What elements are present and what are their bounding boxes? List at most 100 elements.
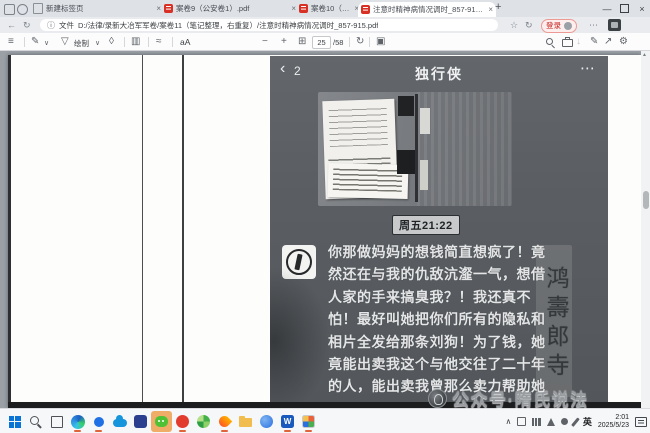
photo-dark-patch [398,96,414,116]
sidebar-toggle-icon[interactable]: ≡ [8,36,14,48]
start-button[interactable] [4,411,25,432]
chevron-down-icon[interactable]: ∨ [95,38,100,50]
scrollbar-thumb[interactable] [643,191,649,209]
chat-image-message [318,92,512,206]
word-icon: W [281,415,294,428]
photo-binder-spine [415,94,418,202]
tab-new-tab[interactable]: 新建标签页 × [30,0,164,17]
chat-header: ‹ 2 独行侠 ⋯ [270,56,608,86]
tab-case-file-9[interactable]: 案卷9（公安卷1）.pdf × [161,0,299,17]
navy-app-icon [134,415,147,428]
time-label: 2:01 [615,414,629,421]
tray-display-icon[interactable] [517,417,526,426]
zoom-out-icon[interactable]: − [262,36,268,48]
taskbar-app-green[interactable] [193,411,214,432]
taskbar-apps: W [4,409,319,433]
more-menu-icon[interactable]: ⋯ [589,19,598,31]
tab-label: 案卷9（公安卷1）.pdf [176,3,288,14]
rotate-icon[interactable]: ↻ [356,36,364,48]
chevron-down-icon[interactable]: ∨ [44,38,49,50]
eraser-icon[interactable]: ◊ [109,36,114,48]
tray-status-icon[interactable] [561,418,568,425]
tray-pen-icon[interactable] [571,417,579,426]
red-app-icon [176,415,189,428]
tab-case-file-10[interactable]: 案卷10（公安卷2、3… × [296,0,362,17]
profile-icon[interactable] [608,19,621,31]
taskbar-app-onedrive[interactable] [109,411,130,432]
running-indicator [95,430,102,432]
history-icon[interactable]: ↻ [525,19,533,31]
flame-app-icon [217,414,233,430]
draw-label[interactable]: 绘制 [74,38,89,49]
scan-rule-line [142,55,143,408]
taskbar-app-flame[interactable] [214,411,235,432]
divider [349,37,350,47]
page-number-input[interactable] [312,36,331,49]
running-indicator [221,430,228,432]
two-page-view-icon[interactable]: ▥ [131,36,140,48]
divider [172,37,173,47]
pdf-favicon-icon [164,4,173,13]
reload-icon[interactable]: ↻ [23,19,31,31]
favorites-star-icon[interactable]: ☆ [510,19,518,31]
date-label: 2025/5/23 [598,422,629,429]
taskbar-app-word[interactable]: W [277,411,298,432]
login-label: 登录 [546,20,561,31]
taskbar-app-blue-circle[interactable] [256,411,277,432]
divider [148,37,149,47]
workspace-icon[interactable] [17,4,28,15]
info-icon[interactable]: ⓘ [47,20,55,31]
fit-page-icon[interactable]: ⊞ [298,36,306,48]
close-window-button[interactable]: × [634,4,650,14]
running-indicator [74,430,81,432]
tray-network-icon[interactable] [532,418,541,426]
chat-more-icon: ⋯ [580,59,596,77]
taskbar-app-photos[interactable] [298,411,319,432]
taskbar-app-wechat-active[interactable] [151,411,172,432]
system-tray: ∧ 英 2:01 2025/5/23 [505,409,647,433]
taskbar-app-folder[interactable] [235,411,256,432]
notification-center-icon[interactable] [635,417,647,427]
maximize-button[interactable] [620,4,629,13]
task-view-button[interactable] [46,411,67,432]
new-tab-button[interactable]: + [495,1,501,13]
taskbar-search-button[interactable] [25,411,46,432]
edit-icon[interactable]: ✎ [590,36,598,48]
scan-rule-line [182,55,184,408]
tray-expand-icon[interactable]: ∧ [505,417,511,426]
back-icon[interactable]: ← [7,19,16,31]
fullscreen-icon[interactable]: ↗ [604,36,612,48]
scrollbar[interactable]: ▲ [641,51,650,408]
address-scheme: 文件 [59,20,74,31]
tab-active-pdf[interactable]: 注意时精神病情况调时_857-915… × [358,2,496,17]
zoom-in-icon[interactable]: + [281,36,287,48]
tab-search-icon[interactable] [4,4,15,15]
tab-label: 注意时精神病情况调时_857-915… [373,4,485,15]
search-icon[interactable] [546,38,555,47]
snapshot-icon[interactable]: ▣ [376,36,385,48]
minimize-button[interactable]: — [599,4,615,14]
clock[interactable]: 2:01 2025/5/23 [598,414,629,430]
photo-dark-patch [397,150,415,174]
address-bar[interactable]: ⓘ 文件 D:/法律/录新大冶军军卷/案卷11（笔记整理，右重复）/注意时精神病… [40,19,498,31]
folder-icon [239,418,252,427]
login-button[interactable]: 登录 [541,19,577,33]
read-aloud-button[interactable]: aA [180,37,190,47]
close-tab-icon[interactable]: × [488,5,493,14]
tray-volume-icon[interactable] [547,418,555,426]
highlighter-icon[interactable]: ▽ [61,36,69,48]
language-indicator[interactable]: 英 [583,415,592,428]
task-view-icon [51,416,63,428]
print-icon[interactable] [562,39,573,47]
taskbar-app-browser[interactable] [88,411,109,432]
taskbar-app-edge[interactable] [67,411,88,432]
cloud-icon [113,419,127,427]
scroll-up-icon[interactable]: ▲ [642,52,647,58]
draw-pen-icon[interactable]: ✎ [31,36,39,48]
taskbar-app-red[interactable] [172,411,193,432]
taskbar-app-navy[interactable] [130,411,151,432]
settings-gear-icon[interactable]: ⚙ [619,36,628,48]
download-icon[interactable]: ↓ [576,36,581,48]
calligraphy-scroll: 鸿壽郎寺 [536,245,572,397]
signature-icon[interactable]: ≈ [156,36,162,48]
